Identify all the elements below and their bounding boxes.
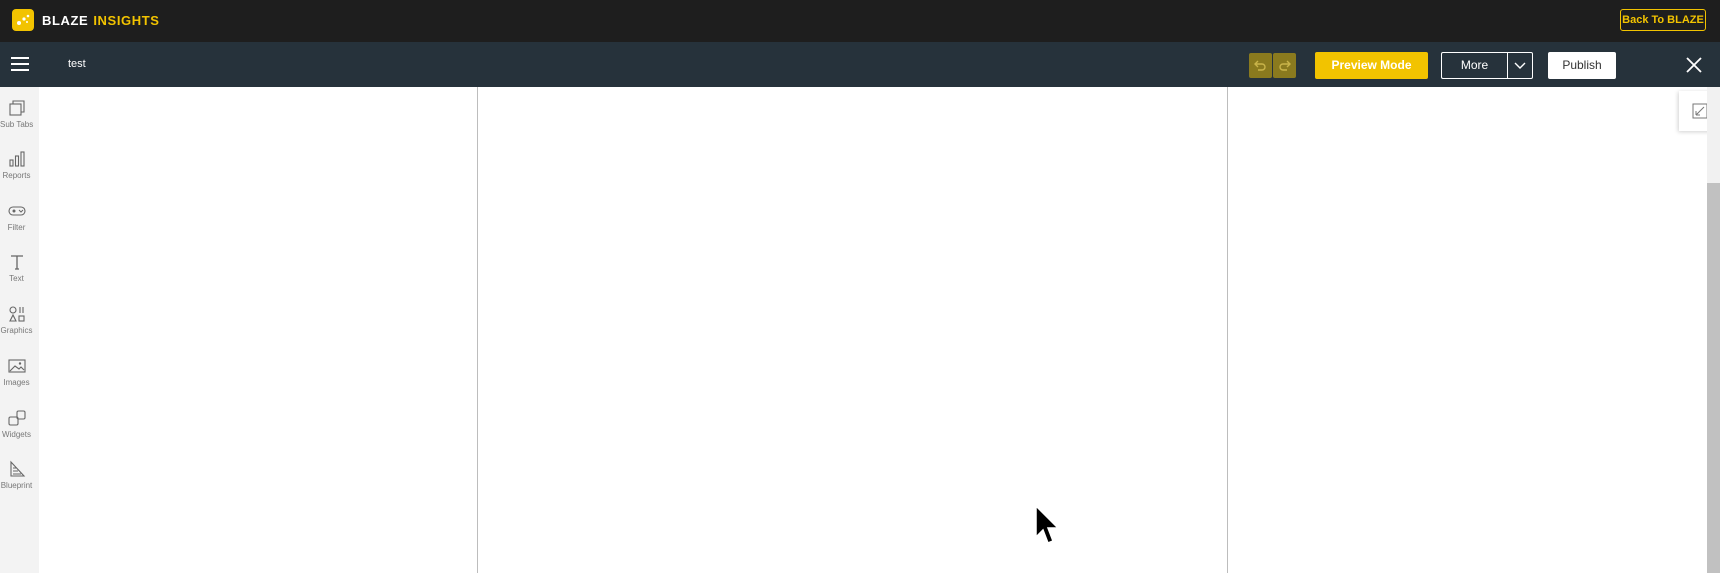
sidebar-item-widgets[interactable]: Widgets [0,409,39,457]
redo-icon [1279,60,1291,71]
dashboard-canvas[interactable] [39,87,1707,573]
hamburger-menu-icon[interactable] [11,56,29,72]
sidebar-item-graphics[interactable]: Graphics [0,305,39,353]
sub-tabs-icon [9,100,25,116]
sidebar-item-text[interactable]: Text [0,253,39,301]
components-sidebar: Sub Tabs Reports Filter Text Graphics Im… [0,87,39,573]
sidebar-item-label: Graphics [0,326,33,335]
sidebar-item-label: Images [3,378,30,387]
collapse-icon [1692,103,1708,119]
publish-button[interactable]: Publish [1548,52,1616,79]
sidebar-item-blueprint[interactable]: Blueprint [0,460,39,508]
sidebar-item-label: Blueprint [0,481,33,490]
mouse-cursor-icon [1035,505,1060,544]
editor-toolbar: test Preview Mode More Publish [0,42,1720,87]
shapes-icon [9,306,25,322]
scrollbar-thumb[interactable] [1707,183,1720,573]
sidebar-item-label: Text [9,274,24,283]
redo-button[interactable] [1273,53,1296,78]
sidebar-item-label: Widgets [2,430,31,439]
filter-icon [8,206,26,216]
blueprint-icon [10,460,26,477]
undo-button[interactable] [1249,53,1272,78]
document-name[interactable]: test [68,58,86,70]
text-icon [11,255,23,270]
chevron-down-icon [1514,62,1526,69]
column-guide-right [1227,87,1228,573]
widgets-icon [8,410,26,426]
preview-mode-button[interactable]: Preview Mode [1315,52,1428,79]
image-icon [8,359,26,373]
blaze-logo-icon [12,9,34,31]
undo-icon [1254,60,1266,71]
sidebar-item-filter[interactable]: Filter [0,202,39,250]
more-dropdown-toggle[interactable] [1507,52,1533,79]
more-button[interactable]: More [1441,52,1507,79]
brand-name: BLAZE INSIGHTS [42,13,160,28]
sidebar-item-label: Sub Tabs [0,120,34,129]
bar-chart-icon [9,151,25,167]
column-guide-left [477,87,478,573]
sidebar-item-label: Reports [2,171,31,180]
top-bar: BLAZE INSIGHTS Back To BLAZE [0,0,1720,42]
brand-accent: INSIGHTS [93,13,160,28]
sidebar-item-reports[interactable]: Reports [0,150,39,198]
back-to-blaze-button[interactable]: Back To BLAZE [1620,9,1706,31]
close-icon[interactable] [1684,55,1704,75]
brand-primary: BLAZE [42,13,89,28]
sidebar-item-label: Filter [7,223,26,232]
sidebar-item-images[interactable]: Images [0,357,39,405]
sidebar-item-sub-tabs[interactable]: Sub Tabs [0,99,39,147]
